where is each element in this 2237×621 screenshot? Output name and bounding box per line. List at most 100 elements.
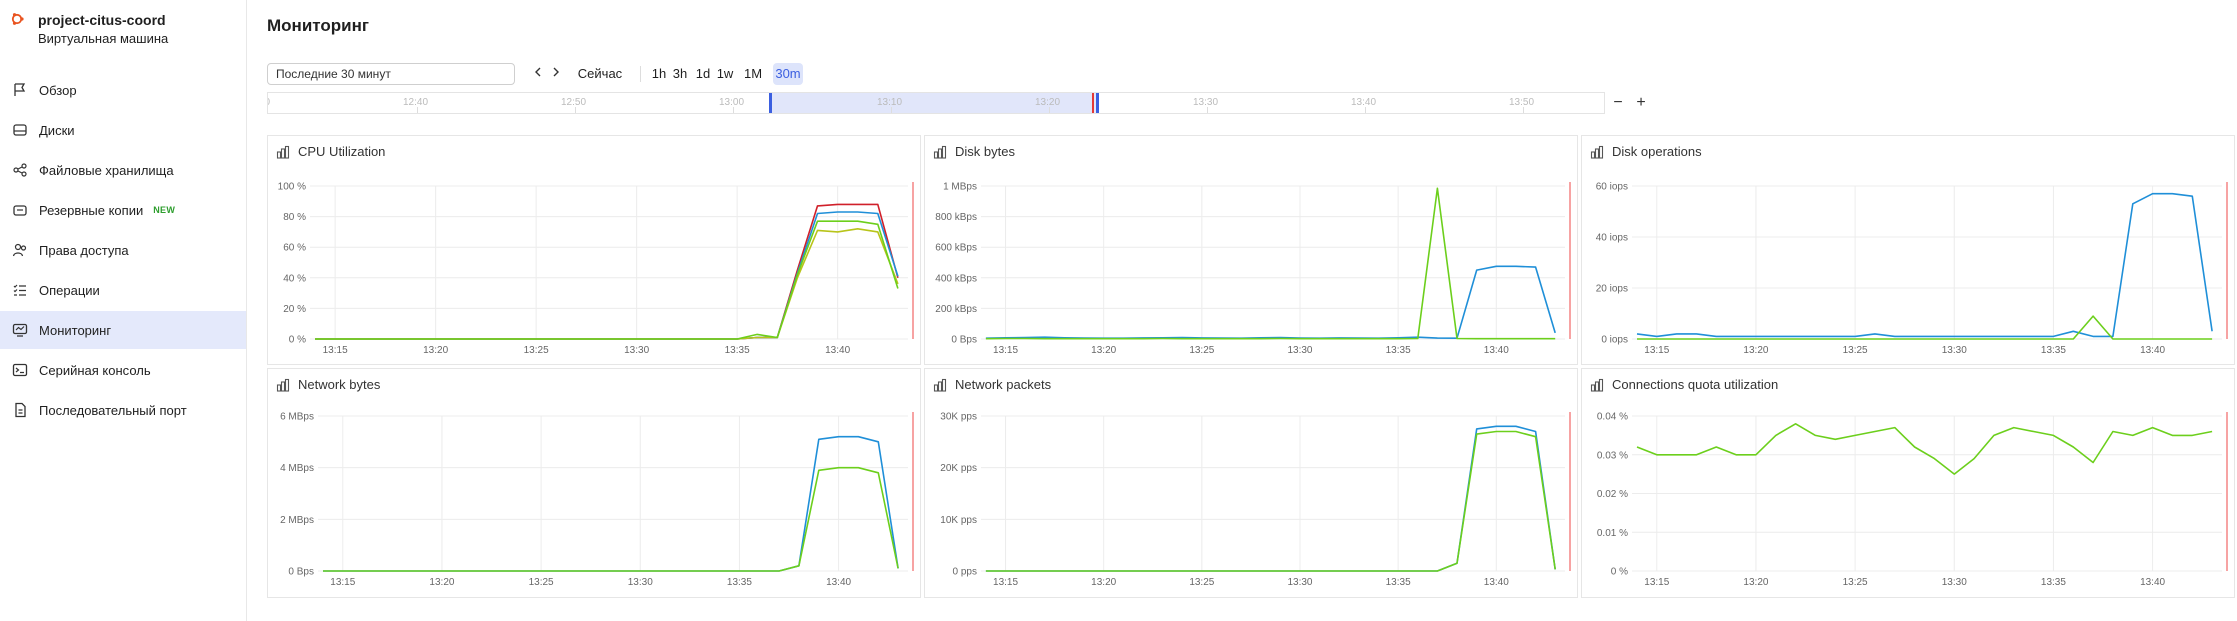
chart-net-bytes[interactable]: 0 Bps 2 MBps 4 MBps 6 MBps 13:15 13:20 13:25 13…: [268, 369, 920, 597]
sidebar-item-access[interactable]: Права доступа: [0, 231, 246, 269]
chart-disk-bytes[interactable]: 0 Bps 200 kBps 400 kBps 600 kBps 800 kBps 1 M…: [925, 136, 1577, 364]
document-icon: [15, 402, 26, 418]
chart-panel-cpu: CPU Utilization 0 % 20 % 40 % 60 % 80 % 100 % 1…: [267, 135, 921, 365]
range-1h-button[interactable]: 1h: [648, 63, 670, 85]
x-tick-label: 13:30: [628, 577, 653, 588]
timeline-tick: [1523, 107, 1524, 113]
y-tick-label: 0 Bps: [951, 335, 977, 346]
timeline-label: 13:50: [1509, 97, 1535, 108]
chart-panel-disk-bytes: Disk bytes 0 Bps 200 kBps 400 kBps 600 kBps 8…: [924, 135, 1578, 365]
x-tick-label: 13:35: [725, 345, 750, 356]
chart-panel-net-packets: Network packets 0 pps 10K pps 20K pps 30K pp…: [924, 368, 1578, 598]
next-range-button[interactable]: [547, 63, 565, 85]
range-1d-button[interactable]: 1d: [692, 63, 714, 85]
range-1w-button[interactable]: 1w: [714, 63, 736, 85]
chart-panel-disk-ops: Disk operations 0 iops 20 iops 40 iops 60 io…: [1581, 135, 2235, 365]
chart-cpu[interactable]: 0 % 20 % 40 % 60 % 80 % 100 % 13:15 13:20 13:25 1…: [268, 136, 920, 364]
sidebar-item-disks[interactable]: Диски: [0, 111, 246, 149]
sidebar-item-label: Резервные копии: [39, 202, 144, 218]
sidebar-item-file-storages[interactable]: Файловые хранилища: [0, 151, 246, 189]
timeline-label: 13:20: [1035, 97, 1061, 108]
x-tick-label: 13:35: [2041, 345, 2066, 356]
backup-icon: [13, 205, 27, 216]
range-1M-button[interactable]: 1M: [738, 63, 768, 85]
timeline-now-marker: [1092, 93, 1094, 113]
series-line: [315, 203, 899, 340]
sidebar-item-label: Файловые хранилища: [39, 162, 174, 178]
chart-panel-net-bytes: Network bytes 0 Bps 2 MBps 4 MBps 6 MBps 13:1…: [267, 368, 921, 598]
y-tick-label: 60 iops: [1596, 182, 1628, 193]
timeline-left-handle[interactable]: [769, 93, 772, 113]
y-tick-label: 800 kBps: [935, 212, 977, 223]
y-tick-label: 30K pps: [940, 412, 977, 423]
sidebar-item-label: Последовательный порт: [39, 402, 187, 418]
chart-net-packets[interactable]: 0 pps 10K pps 20K pps 30K pps 13:15 13:20 13:2…: [925, 369, 1577, 597]
timeline-label: 12:30: [268, 97, 270, 108]
toolbar-divider: [640, 66, 641, 82]
x-tick-label: 13:20: [1743, 345, 1768, 356]
prev-range-button[interactable]: [529, 63, 547, 85]
sidebar-item-backups[interactable]: Резервные копии NEW: [0, 191, 246, 229]
y-tick-label: 0 %: [1611, 567, 1628, 578]
now-marker: [1569, 412, 1571, 571]
timeline-right-handle[interactable]: [1096, 93, 1099, 113]
x-tick-label: 13:35: [1386, 345, 1411, 356]
sidebar-item-label: Мониторинг: [39, 322, 112, 338]
y-tick-label: 0.03 %: [1597, 450, 1628, 461]
sidebar-item-operations[interactable]: Операции: [0, 271, 246, 309]
y-tick-label: 0 Bps: [288, 567, 314, 578]
series-line: [1636, 422, 2213, 475]
zoom-out-button[interactable]: −: [1607, 92, 1629, 114]
sidebar-item-monitoring[interactable]: Мониторинг: [0, 311, 246, 349]
sidebar-item-label: Обзор: [39, 82, 77, 98]
x-tick-label: 13:25: [524, 345, 549, 356]
x-tick-label: 13:25: [1189, 577, 1214, 588]
x-tick-label: 13:30: [624, 345, 649, 356]
y-tick-label: 1 MBps: [943, 182, 977, 193]
now-button[interactable]: Сейчас: [574, 63, 626, 85]
x-tick-label: 13:15: [1644, 577, 1669, 588]
series-line: [985, 430, 1556, 572]
sidebar-item-label: Серийная консоль: [39, 362, 151, 378]
sidebar-item-overview[interactable]: Обзор: [0, 71, 246, 109]
y-tick-label: 80 %: [283, 212, 306, 223]
y-tick-label: 20 iops: [1596, 284, 1628, 295]
y-tick-label: 20K pps: [940, 463, 977, 474]
x-tick-label: 13:20: [429, 577, 454, 588]
list-icon: [13, 284, 26, 296]
sidebar-item-label: Права доступа: [39, 242, 129, 258]
ubuntu-logo-icon: [11, 13, 24, 25]
chart-disk-ops[interactable]: 0 iops 20 iops 40 iops 60 iops 13:15 13:20 13:…: [1582, 136, 2234, 364]
series-line: [315, 211, 899, 340]
y-tick-label: 6 MBps: [280, 412, 314, 423]
timeline-label: 13:30: [1193, 97, 1219, 108]
y-tick-label: 0.02 %: [1597, 489, 1628, 500]
x-tick-label: 13:40: [2140, 345, 2165, 356]
sidebar-item-serial-console[interactable]: Серийная консоль: [0, 351, 246, 389]
disk-icon: [13, 124, 27, 136]
x-tick-label: 13:40: [825, 345, 850, 356]
page-title: Мониторинг: [267, 16, 369, 35]
y-tick-label: 40 %: [283, 273, 306, 284]
main-content: Мониторинг Сейчас 1h3h1d1w1M30m 12:3012:…: [246, 0, 2237, 621]
chart-panel-conn-quota: Connections quota utilization 0 % 0.01 % 0.…: [1581, 368, 2235, 598]
chevron-right-icon: [553, 67, 559, 77]
range-30m-button[interactable]: 30m: [773, 63, 803, 85]
y-tick-label: 0 %: [289, 335, 306, 346]
sidebar-item-serial-port[interactable]: Последовательный порт: [0, 391, 246, 429]
file-storage-icon: [13, 163, 27, 177]
x-tick-label: 13:20: [1743, 577, 1768, 588]
x-tick-label: 13:25: [1843, 345, 1868, 356]
y-tick-label: 0 pps: [953, 567, 977, 578]
y-tick-label: 2 MBps: [280, 515, 314, 526]
x-tick-label: 13:30: [1287, 345, 1312, 356]
now-marker: [912, 182, 914, 339]
timeline-slider[interactable]: 12:30 12:40 12:50 13:00 13:10 13:20 13:30 13:40…: [267, 92, 1605, 114]
series-line: [1637, 315, 2213, 340]
range-3h-button[interactable]: 3h: [669, 63, 691, 85]
chart-conn-quota[interactable]: 0 % 0.01 % 0.02 % 0.03 % 0.04 % 13:15 13:20 13:…: [1582, 369, 2234, 597]
y-tick-label: 10K pps: [940, 515, 977, 526]
new-badge: NEW: [153, 205, 176, 215]
zoom-in-button[interactable]: +: [1630, 92, 1652, 114]
time-range-input[interactable]: [267, 63, 515, 85]
